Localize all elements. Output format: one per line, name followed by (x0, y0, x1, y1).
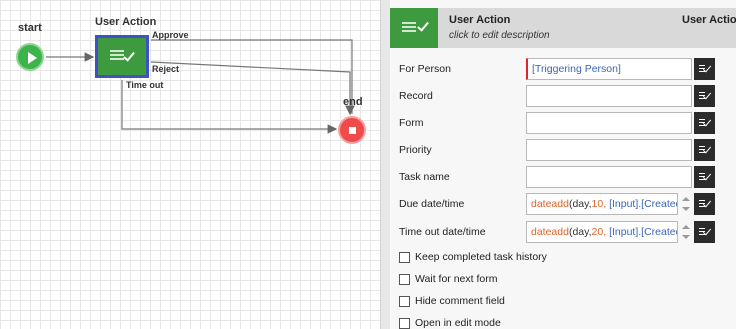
panel-type-title: User Action (682, 14, 736, 26)
due-date-expression-input[interactable]: dateadd(day,10, [Input].[Created (526, 193, 678, 215)
play-icon (28, 52, 37, 64)
field-timeout-date: Time out date/time dateadd(day,20, [Inpu… (390, 220, 736, 246)
field-label: Time out date/time (399, 226, 486, 238)
checkbox[interactable] (399, 274, 410, 285)
field-label: Task name (399, 171, 450, 183)
field-picker-button[interactable] (694, 58, 715, 80)
field-form: Form (390, 111, 736, 137)
checkbox-open-edit-mode[interactable]: Open in edit mode (399, 315, 729, 329)
start-label: start (18, 22, 42, 34)
field-label: Form (399, 117, 424, 129)
field-due-date: Due date/time dateadd(day,10, [Input].[C… (390, 192, 736, 218)
end-node[interactable] (338, 116, 366, 144)
record-input[interactable] (526, 85, 692, 107)
end-label: end (343, 96, 363, 108)
field-picker-button[interactable] (694, 166, 715, 188)
checkbox-label: Keep completed task history (415, 251, 547, 263)
field-for-person: For Person [Triggering Person] (390, 57, 736, 83)
field-priority: Priority (390, 138, 736, 164)
field-label: For Person (399, 63, 451, 75)
user-action-icon (390, 8, 438, 48)
timeout-date-expression-input[interactable]: dateadd(day,20, [Input].[Created (526, 221, 678, 243)
checkbox[interactable] (399, 296, 410, 307)
field-label: Priority (399, 144, 432, 156)
checkbox-label: Wait for next form (415, 273, 498, 285)
connector-approve (151, 39, 353, 114)
user-action-icon (110, 48, 136, 64)
checkbox-hide-comment[interactable]: Hide comment field (399, 293, 729, 311)
start-node[interactable] (16, 43, 44, 71)
checkbox-keep-history[interactable]: Keep completed task history (399, 249, 729, 267)
field-picker-button[interactable] (694, 221, 715, 243)
workflow-canvas[interactable]: start User Action Approve Reject Time ou… (0, 0, 380, 329)
properties-panel: User Action click to edit description Us… (390, 0, 736, 329)
field-picker-button[interactable] (694, 139, 715, 161)
user-action-node[interactable] (95, 35, 149, 78)
edge-label-approve: Approve (152, 30, 189, 40)
checkbox[interactable] (399, 252, 410, 263)
checkbox-wait-next-form[interactable]: Wait for next form (399, 271, 729, 289)
field-record: Record (390, 84, 736, 110)
form-input[interactable] (526, 112, 692, 134)
user-action-label: User Action (95, 16, 157, 28)
field-label: Record (399, 90, 433, 102)
panel-title: User Action (449, 14, 511, 26)
panel-splitter[interactable] (380, 0, 390, 329)
description-editor[interactable]: click to edit description (449, 30, 550, 41)
edge-label-reject: Reject (152, 64, 180, 74)
checkbox[interactable] (399, 318, 410, 329)
field-label: Due date/time (399, 198, 465, 210)
field-task-name: Task name (390, 165, 736, 191)
priority-input[interactable] (526, 139, 692, 161)
connector-reject (150, 61, 355, 116)
field-picker-button[interactable] (694, 193, 715, 215)
checkbox-label: Open in edit mode (415, 317, 501, 329)
connectors (46, 39, 355, 134)
expression-scroll-spinner[interactable] (680, 193, 692, 215)
checkbox-label: Hide comment field (415, 295, 505, 307)
task-name-input[interactable] (526, 166, 692, 188)
expression-scroll-spinner[interactable] (680, 221, 692, 243)
edge-label-timeout: Time out (126, 80, 164, 90)
panel-header: User Action click to edit description Us… (390, 8, 736, 48)
field-picker-button[interactable] (694, 112, 715, 134)
stop-icon (349, 127, 356, 134)
field-picker-button[interactable] (694, 85, 715, 107)
for-person-input[interactable]: [Triggering Person] (526, 58, 692, 80)
